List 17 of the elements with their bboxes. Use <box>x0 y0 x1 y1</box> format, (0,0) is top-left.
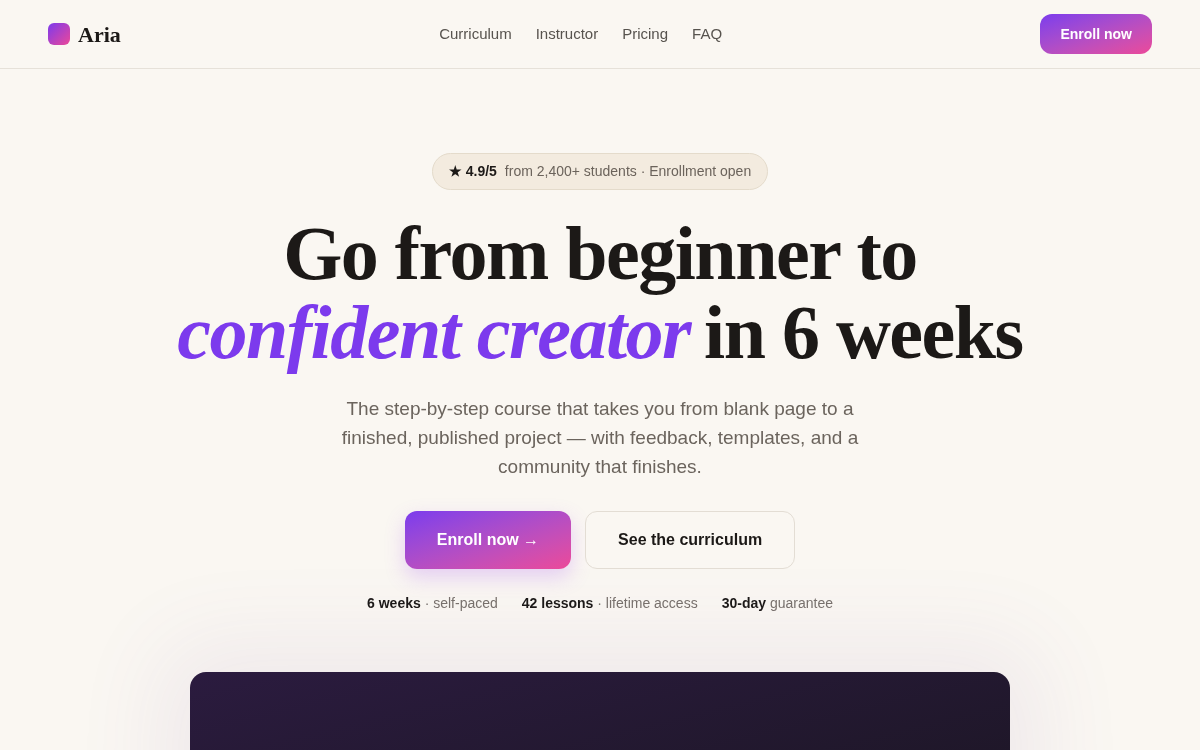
curriculum-button[interactable]: See the curriculum <box>585 511 796 569</box>
stat-text: 42 lessons · lifetime access <box>521 594 698 613</box>
badge-text: from 2,400+ students · Enrollment open <box>504 162 752 181</box>
logo-icon <box>48 23 70 45</box>
enroll-button[interactable]: Enroll now <box>1040 14 1152 54</box>
nav-link[interactable]: Curriculum <box>439 22 512 46</box>
nav-link[interactable]: FAQ <box>692 22 723 46</box>
nav-link[interactable]: Instructor <box>535 22 599 46</box>
stat-text: 30-day guarantee <box>721 594 833 613</box>
stat-text: 6 weeks · self-paced <box>367 594 498 613</box>
nav-link[interactable]: Pricing <box>622 22 669 46</box>
rating-text: ★ 4.9/5 <box>448 162 497 181</box>
hero-subtitle: The step-by-step course that takes you from blank page to a finished, published project — with feedback, templates, and a community that finishes. <box>340 397 860 479</box>
brand-name: Aria <box>78 20 121 49</box>
enroll-button[interactable]: Enroll now → <box>404 511 572 569</box>
headline-line: Go from beginner to <box>283 214 917 293</box>
headline-line: in 6 weeks <box>704 293 1023 372</box>
